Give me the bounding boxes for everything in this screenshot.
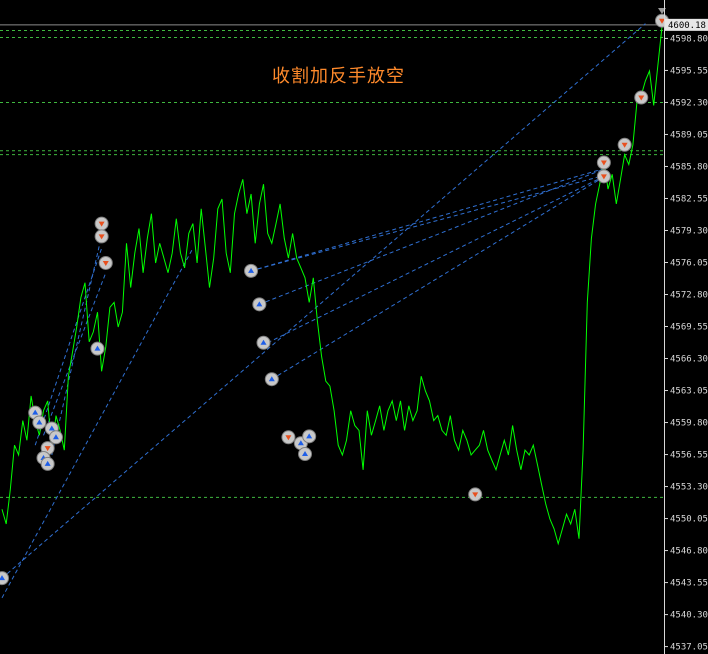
trend-line-5	[267, 173, 609, 344]
sell-marker-22	[617, 137, 632, 152]
y-tick-label: 4595.55	[670, 66, 708, 76]
trend-line-6	[271, 173, 609, 380]
y-tick-label: 4569.55	[670, 323, 708, 333]
y-tick-label: 4553.30	[670, 483, 708, 493]
y-tick-label: 4537.05	[670, 643, 708, 653]
current-price-label: 4600.18	[668, 21, 706, 31]
chart-title: 收割加反手放空	[272, 66, 405, 87]
y-tick-label: 4550.05	[670, 515, 708, 525]
buy-marker-25	[0, 571, 9, 586]
y-tick-label: 4546.80	[670, 547, 708, 557]
trend-line-1	[1, 247, 194, 599]
y-tick-label: 4543.55	[670, 579, 708, 589]
y-tick-label: 4585.80	[670, 162, 708, 172]
buy-marker-18	[298, 447, 313, 462]
price-axis: 4598.80 4595.55 4592.30 4589.05 4585.80 4582.…	[664, 0, 708, 654]
y-tick-label: 4556.55	[670, 451, 708, 461]
sell-marker-20	[596, 155, 611, 170]
y-tick-label: 4559.80	[670, 419, 708, 429]
sell-marker-21	[596, 169, 611, 184]
price-series	[1, 26, 663, 546]
sell-marker-19	[468, 487, 483, 502]
y-tick-label: 4582.55	[670, 194, 708, 204]
y-tick-label: 4576.05	[670, 258, 708, 268]
trend-line-2	[250, 166, 609, 272]
buy-marker-5	[32, 415, 47, 430]
sell-marker-1	[94, 229, 109, 244]
trend-line-4	[259, 166, 609, 305]
buy-marker-11	[244, 263, 259, 278]
sell-marker-23	[634, 90, 649, 105]
y-tick-label: 4592.30	[670, 98, 708, 108]
buy-marker-7	[48, 430, 63, 445]
y-tick-label: 4589.05	[670, 130, 708, 140]
buy-marker-12	[252, 297, 267, 312]
y-tick-label: 4579.30	[670, 226, 708, 236]
trade-markers	[0, 8, 669, 586]
buy-marker-14	[264, 372, 279, 387]
price-line	[1, 26, 663, 546]
trend-lines	[1, 23, 646, 599]
y-tick-label: 4540.30	[670, 611, 708, 621]
sell-marker-15	[281, 430, 296, 445]
y-tick-label: 4566.30	[670, 355, 708, 365]
buy-marker-13	[256, 335, 271, 350]
buy-marker-10	[40, 456, 55, 471]
buy-marker-3	[90, 341, 105, 356]
sell-marker-0	[94, 216, 109, 231]
y-tick-label: 4572.80	[670, 291, 708, 301]
y-tick-label: 4598.80	[670, 34, 708, 44]
y-tick-label: 4563.05	[670, 387, 708, 397]
buy-marker-17	[302, 429, 317, 444]
sell-marker-2	[98, 255, 113, 270]
trend-line-0	[1, 23, 646, 579]
price-chart[interactable]: 4598.80 4595.55 4592.30 4589.05 4585.80 4582.…	[0, 0, 708, 654]
